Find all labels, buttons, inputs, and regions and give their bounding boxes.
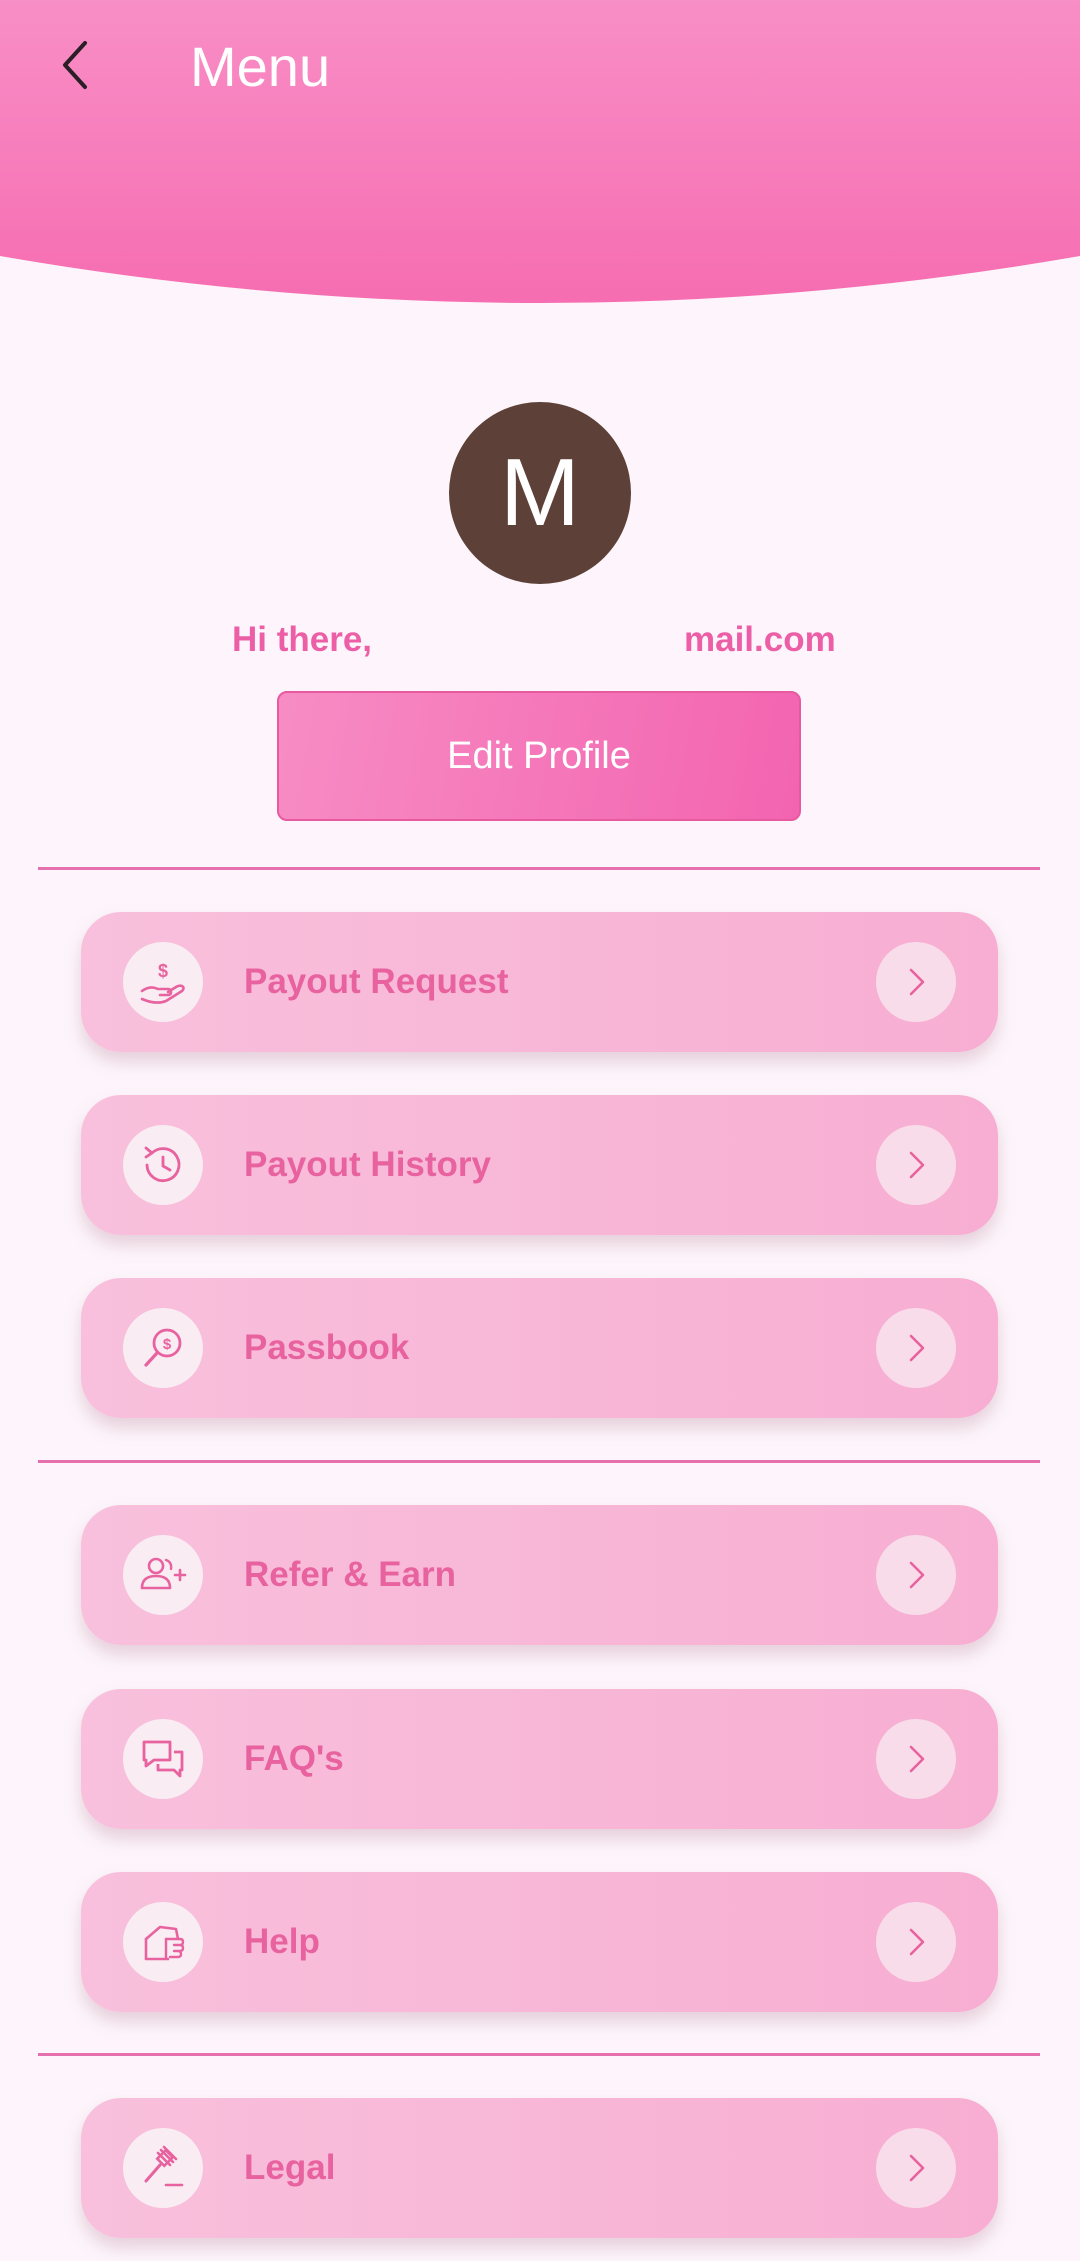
menu-item-label: Refer & Earn (244, 1555, 457, 1594)
menu-item-faqs[interactable]: FAQ's (81, 1689, 998, 1829)
greeting-text: Hi there, (232, 620, 373, 659)
greeting-line: Hi there, mail.com (0, 616, 1080, 664)
svg-text:$: $ (158, 961, 168, 981)
chevron-left-icon (63, 41, 87, 89)
avatar-initial: M (500, 439, 580, 546)
page-title: Menu (190, 35, 331, 98)
avatar: M (449, 402, 631, 584)
chevron-right-icon (876, 1902, 956, 1982)
user-email: mail.com (684, 620, 836, 659)
menu-item-refer-earn[interactable]: Refer & Earn (81, 1505, 998, 1645)
menu-item-label: Passbook (244, 1328, 410, 1367)
menu-item-label: Help (244, 1922, 320, 1961)
menu-item-payout-history[interactable]: Payout History (81, 1095, 998, 1235)
menu-item-label: Payout Request (244, 962, 509, 1001)
chevron-right-icon (876, 1535, 956, 1615)
chat-bubbles-icon (123, 1719, 203, 1799)
money-hand-icon: $ (123, 942, 203, 1022)
chevron-right-icon (876, 1719, 956, 1799)
section-divider (38, 1460, 1040, 1463)
menu-item-payout-request[interactable]: $ Payout Request (81, 912, 998, 1052)
menu-item-label: FAQ's (244, 1739, 344, 1778)
menu-item-label: Payout History (244, 1145, 491, 1184)
menu-item-passbook[interactable]: $ Passbook (81, 1278, 998, 1418)
app-header: Menu (0, 0, 1080, 320)
section-divider (38, 2053, 1040, 2056)
help-hand-icon (123, 1902, 203, 1982)
money-search-icon: $ (123, 1308, 203, 1388)
back-button[interactable] (40, 30, 110, 100)
chevron-right-icon (876, 1308, 956, 1388)
svg-text:$: $ (163, 1336, 172, 1353)
add-user-icon (123, 1535, 203, 1615)
section-divider (38, 867, 1040, 870)
chevron-right-icon (876, 1125, 956, 1205)
header-wave-background (0, 0, 1080, 303)
history-icon (123, 1125, 203, 1205)
chevron-right-icon (876, 942, 956, 1022)
menu-item-label: Legal (244, 2148, 336, 2187)
chevron-right-icon (876, 2128, 956, 2208)
gavel-icon (123, 2128, 203, 2208)
edit-profile-button[interactable]: Edit Profile (277, 691, 801, 821)
menu-item-legal[interactable]: Legal (81, 2098, 998, 2238)
menu-item-help[interactable]: Help (81, 1872, 998, 2012)
